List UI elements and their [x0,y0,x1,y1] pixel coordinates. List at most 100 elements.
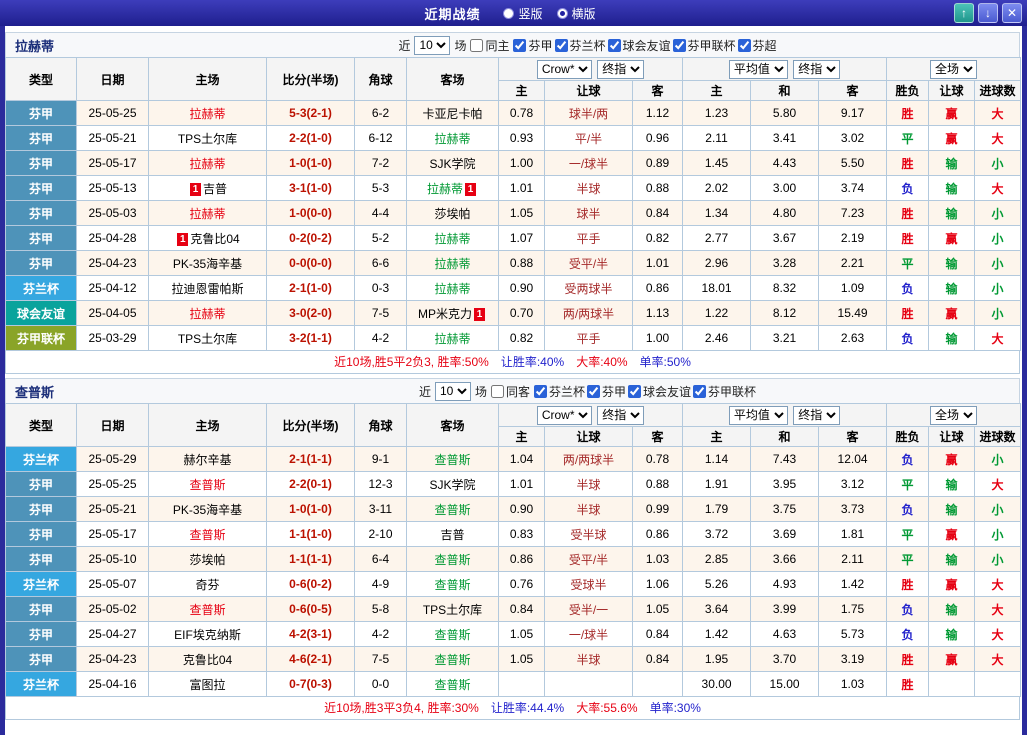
team-section: 查普斯 近 10 场 同客 芬兰杯 芬甲 球会友谊 芬甲联杯 类型 日期 主场 … [5,378,1022,720]
filter-checkbox[interactable] [737,38,751,52]
results-body: 芬甲 25-05-25 拉赫蒂 5-3(2-1) 6-2 卡亚尼卡帕 0.78 球半/两 1.1… [5,100,1022,351]
scroll-down-button[interactable]: ↓ [978,3,998,23]
filter-球会友谊[interactable]: 球会友谊 [607,37,671,54]
filter-checkbox[interactable] [693,384,707,398]
col-handicap-result: 让球 [928,426,976,447]
match-row: 芬甲 25-05-17 拉赫蒂 1-0(1-0) 7-2 SJK学院 1.00 一/球半 0.8… [5,150,1022,176]
filter-芬甲联杯[interactable]: 芬甲联杯 [693,383,756,400]
score-cell: 1-0(1-0) [266,496,355,522]
handicap-line: 平手 [544,225,633,251]
match-row: 芬兰杯 25-05-07 奇芬 0-6(0-2) 4-9 查普斯 0.76 受球半 1.06 5.… [5,571,1022,597]
window-title: 近期战绩 [424,6,481,22]
filter-checkbox[interactable] [587,384,600,398]
handicap-result-cell: 输 [928,621,976,647]
filter-芬兰杯[interactable]: 芬兰杯 [533,383,585,400]
type-cell: 芬甲 [5,125,77,151]
filter-芬兰杯[interactable]: 芬兰杯 [554,37,606,54]
filter-label: 球会友谊 [622,38,671,53]
goals-cell: 小 [974,200,1022,226]
match-row: 芬甲 25-05-25 拉赫蒂 5-3(2-1) 6-2 卡亚尼卡帕 0.78 球半/两 1.1… [5,100,1022,126]
home-team-name: 赫尔辛基 [183,452,232,467]
score-cell: 4-2(3-1) [266,621,355,647]
filter-芬甲联杯[interactable]: 芬甲联杯 [672,37,736,54]
home-team-name: 查普斯 [189,602,226,617]
home-team-name: 奇芬 [195,577,220,592]
full-match-select[interactable]: 全场 [930,405,978,425]
avg-home-odds: 1.23 [682,100,752,126]
handicap-line: 受平/半 [544,546,633,572]
result-cell: 胜 [886,571,930,597]
filter-checkbox[interactable] [554,38,568,52]
home-team-cell: 拉赫蒂 [148,300,267,326]
result-cell: 平 [886,471,930,497]
handicap-home-odds: 0.78 [498,100,545,126]
layout-radio-horizontal[interactable]: 横版 [556,5,596,22]
date-cell: 25-05-03 [76,200,149,226]
avg-away-odds: 15.49 [818,300,888,326]
away-team-name: SJK学院 [429,156,476,171]
filter-芬超[interactable]: 芬超 [737,37,777,54]
bookmaker-select[interactable]: Crow* [536,405,592,425]
filter-球会友谊[interactable]: 球会友谊 [628,383,691,400]
avg-away-odds: 3.74 [818,175,888,201]
type-cell: 芬甲 [5,175,77,201]
filter-checkbox[interactable] [513,38,527,52]
average-select[interactable]: 平均值 [728,59,788,79]
handicap-away-odds: 0.88 [631,471,684,497]
goals-cell: 小 [974,521,1022,547]
recent-count-select[interactable]: 10 [434,381,471,401]
filter-芬甲[interactable]: 芬甲 [513,37,553,54]
average-final-select[interactable]: 终指 [793,59,841,79]
score-cell: 1-1(1-1) [266,546,355,572]
handicap-line [544,671,633,697]
full-match-select[interactable]: 全场 [930,59,978,79]
same-venue-filter[interactable]: 同主 [470,37,509,54]
scroll-up-button[interactable]: ↑ [954,3,974,23]
away-team-cell: 查普斯 [406,671,499,697]
results-body: 芬兰杯 25-05-29 赫尔辛基 2-1(1-1) 9-1 查普斯 1.04 两/两球半 0.… [5,446,1022,697]
handicap-home-odds: 0.88 [498,250,545,276]
bookmaker-select[interactable]: Crow* [536,59,592,79]
col-odds-handicap: 让球 [544,426,633,447]
same-venue-checkbox[interactable] [490,384,504,398]
handicap-away-odds: 0.88 [631,175,684,201]
date-cell: 25-05-21 [76,496,149,522]
away-team-name: TPS土尔库 [422,602,483,617]
same-venue-checkbox[interactable] [470,38,484,52]
filter-芬甲[interactable]: 芬甲 [587,383,626,400]
handicap-away-odds: 0.86 [631,521,684,547]
results-table: 类型 日期 主场 比分(半场) 角球 客场 Crow* 终指 平均值 终指 全场… [5,403,1022,697]
content-area: 拉赫蒂 近 10 场 同主 芬甲 芬兰杯 球会友谊 芬甲联杯 芬超 类型 日期 … [5,26,1022,735]
close-icon[interactable]: ✕ [1002,3,1022,23]
filter-checkbox[interactable] [628,384,642,398]
handicap-result-cell: 赢 [928,125,976,151]
corners-cell: 9-1 [354,446,407,472]
radio-vertical-label: 竖版 [518,6,543,21]
home-team-cell: 拉迪恩雷帕斯 [148,275,267,301]
section-header-bar: 拉赫蒂 近 10 场 同主 芬甲 芬兰杯 球会友谊 芬甲联杯 芬超 [5,32,1020,57]
home-team-name: 莎埃帕 [189,552,226,567]
avg-draw-odds: 3.67 [750,225,820,251]
odds-final-select[interactable]: 终指 [597,405,645,425]
away-team-name: 拉赫蒂 [434,231,471,246]
avg-home-odds: 2.96 [682,250,752,276]
filter-checkbox[interactable] [672,38,686,52]
handicap-home-odds: 0.76 [498,571,545,597]
date-cell: 25-04-28 [76,225,149,251]
same-venue-filter[interactable]: 同客 [490,383,530,400]
odds-final-select[interactable]: 终指 [597,59,645,79]
layout-radio-vertical[interactable]: 竖版 [503,5,543,22]
result-cell: 负 [886,446,930,472]
average-final-select[interactable]: 终指 [793,405,841,425]
handicap-away-odds: 0.84 [631,200,684,226]
average-select[interactable]: 平均值 [728,405,788,425]
home-team-name: TPS土尔库 [177,331,238,346]
result-cell: 负 [886,325,930,351]
filter-checkbox[interactable] [533,384,547,398]
date-cell: 25-04-23 [76,250,149,276]
handicap-away-odds [631,671,684,697]
recent-count-select[interactable]: 10 [414,35,451,55]
type-cell: 芬甲 [5,250,77,276]
away-team-name: 查普斯 [434,652,471,667]
filter-checkbox[interactable] [607,38,621,52]
